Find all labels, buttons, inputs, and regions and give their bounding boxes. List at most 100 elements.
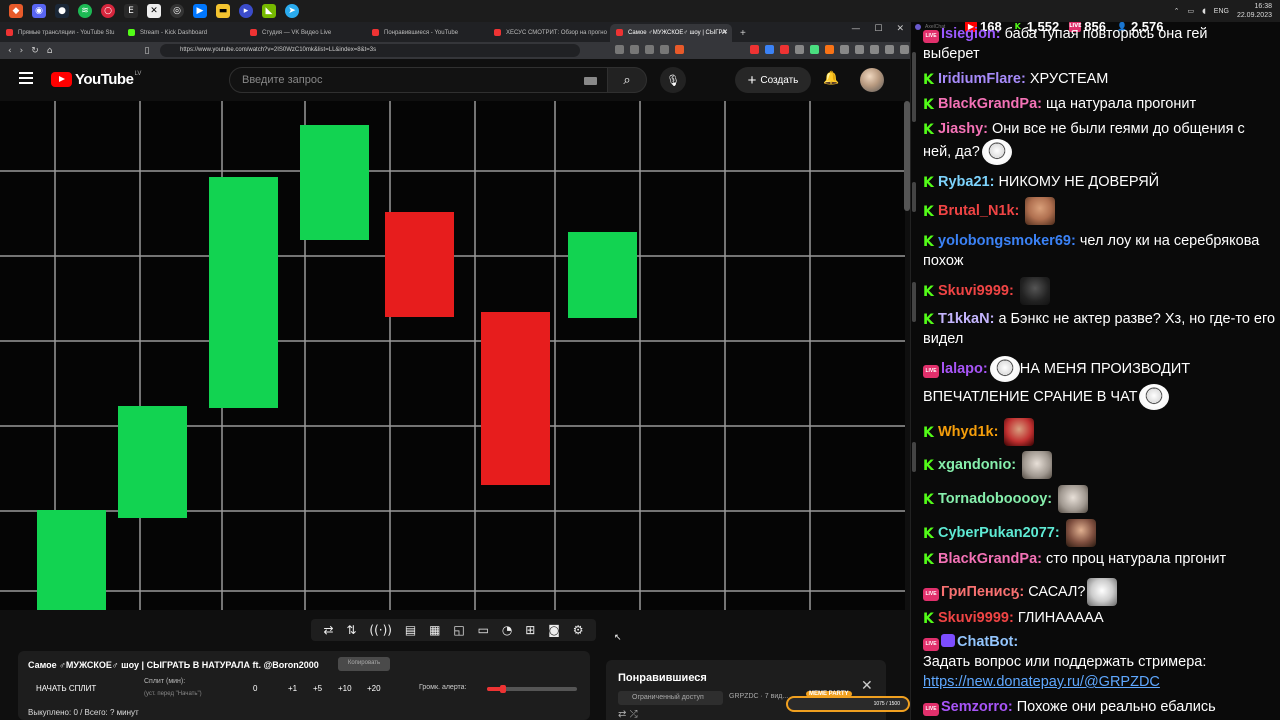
search-button[interactable]: ⌕ (607, 67, 647, 93)
spotify-icon[interactable]: ≋ (78, 4, 92, 18)
theater-icon[interactable]: ▭ (478, 623, 489, 637)
reload-icon[interactable]: ↻ (31, 46, 39, 56)
slider-handle[interactable] (500, 685, 507, 693)
settings-icon[interactable]: ⚙ (573, 623, 584, 637)
new-tab-button[interactable]: + (740, 28, 746, 39)
extension-icon[interactable] (885, 45, 894, 54)
opera-gx-icon[interactable]: ○ (101, 4, 115, 18)
volume-icon[interactable]: ◖ (1202, 7, 1206, 15)
minimize-icon[interactable]: — (851, 24, 860, 34)
brave-shield-icon[interactable] (675, 45, 684, 54)
close-icon[interactable]: ✕ (861, 678, 873, 694)
split-value[interactable]: 0 (253, 684, 257, 693)
youtube-logo[interactable]: YouTube LV (51, 71, 141, 88)
video-player[interactable] (0, 101, 905, 610)
extension-icon[interactable] (870, 45, 879, 54)
create-button[interactable]: + Создать (735, 67, 811, 93)
increment-button[interactable]: +5 (313, 684, 322, 693)
chat-nick[interactable]: Skuvi9999: (938, 283, 1014, 299)
increment-button[interactable]: +10 (338, 684, 352, 693)
loop-icon[interactable]: ⇄ (323, 623, 333, 637)
avatar[interactable] (860, 68, 884, 92)
close-window-icon[interactable]: ✕ (896, 24, 904, 34)
extension-icon[interactable] (750, 45, 759, 54)
chat-nick[interactable]: Skuvi9999: (938, 610, 1014, 626)
favorite-icon[interactable] (660, 45, 669, 54)
chat-nick[interactable]: ГриПенисӄ: (941, 584, 1024, 600)
browser-tab[interactable]: Stream - Kick Dashboard (122, 24, 244, 42)
chat-nick[interactable]: Whyd1k: (938, 424, 998, 440)
extension-icon[interactable] (780, 45, 789, 54)
search-input[interactable]: Введите запрос (229, 67, 609, 93)
tab-close-icon[interactable]: ✕ (722, 28, 728, 36)
browser-tab[interactable]: Прямые трансляции - YouTube Stu (0, 24, 122, 42)
url-input[interactable]: https://www.youtube.com/watch?v=2IS0WzC1… (160, 44, 580, 57)
chat-nick[interactable]: Semzorro: (941, 699, 1013, 715)
chat-nick[interactable]: Tornadobooooy: (938, 491, 1052, 507)
chat-nick[interactable]: T1kkaN: (938, 311, 994, 327)
playlist-title[interactable]: Понравившиеся (618, 672, 707, 684)
hamburger-menu-icon[interactable] (19, 72, 33, 84)
chat-nick[interactable]: CyberPukan2077: (938, 525, 1060, 541)
tray-language[interactable]: ENG (1214, 8, 1229, 15)
increment-button[interactable]: +20 (367, 684, 381, 693)
browser-tab[interactable]: Понравившиеся - YouTube (366, 24, 488, 42)
folder-icon[interactable]: ▬ (216, 4, 230, 18)
extension-icon[interactable] (900, 45, 909, 54)
obs-icon[interactable]: ◎ (170, 4, 184, 18)
nvidia-icon[interactable]: ◣ (262, 4, 276, 18)
network-icon[interactable]: ▭ (1187, 7, 1194, 15)
loop-icon[interactable]: ⇄ (618, 709, 626, 720)
alert-volume-slider[interactable] (487, 685, 577, 693)
increment-button[interactable]: +1 (288, 684, 297, 693)
extension-icon[interactable] (795, 45, 804, 54)
playlist-channel[interactable]: GRPZDC · 7 вид... (729, 693, 788, 700)
share-icon[interactable] (645, 45, 654, 54)
bookmark-icon[interactable]: ▯ (144, 46, 149, 56)
chat-nick[interactable]: BlackGrandPa: (938, 551, 1042, 567)
discord-icon[interactable]: ◉ (32, 4, 46, 18)
broadcast-icon[interactable]: ((·)) (369, 623, 392, 637)
youtube-music-icon[interactable]: ▸ (239, 4, 253, 18)
steam-icon[interactable]: ● (55, 4, 69, 18)
shuffle-icon[interactable]: ⤮ (630, 709, 638, 720)
sort-icon[interactable]: ⇅ (346, 623, 356, 637)
zoom-icon[interactable] (630, 45, 639, 54)
brave-icon[interactable]: ◆ (9, 4, 23, 18)
extension-icon[interactable] (765, 45, 774, 54)
extension-icon[interactable] (825, 45, 834, 54)
browser-tab[interactable]: Студия — VK Видео Live (244, 24, 366, 42)
back-icon[interactable]: ‹ (8, 46, 12, 56)
epic-icon[interactable]: E (124, 4, 138, 18)
forward-icon[interactable]: › (20, 46, 24, 56)
home-icon[interactable]: ⌂ (47, 46, 53, 56)
chat-nick[interactable]: yolobongsmoker69: (938, 233, 1076, 249)
browser-tab-active[interactable]: Самое ♂МУЖСКОЕ♂ шоу | СЫГРА ✕ (610, 24, 732, 42)
cc-icon[interactable]: ▤ (405, 623, 416, 637)
telegram-icon[interactable]: ➤ (285, 4, 299, 18)
vk-icon[interactable]: ▶ (193, 4, 207, 18)
chat-nick[interactable]: xgandonio: (938, 457, 1016, 473)
maximize-icon[interactable]: ☐ (874, 24, 882, 34)
tray-chevron-icon[interactable]: ⌃ (1174, 7, 1180, 15)
chat-nick[interactable]: IridiumFlare: (938, 71, 1026, 87)
screenshot-icon[interactable]: ◙ (548, 623, 560, 637)
copy-button[interactable]: Копировать (338, 657, 390, 671)
chat-nick[interactable]: ChatBot: (957, 634, 1018, 650)
speed-icon[interactable]: ◔ (502, 623, 512, 637)
notifications-bell-icon[interactable]: 🔔 (823, 71, 839, 86)
chat-nick[interactable]: Ryba21: (938, 174, 994, 190)
extension-icon[interactable] (840, 45, 849, 54)
chat-nick[interactable]: lalapo: (941, 361, 988, 377)
cast-icon[interactable]: ⊞ (525, 623, 535, 637)
chat-nick[interactable]: BlackGrandPa: (938, 96, 1042, 112)
chat-nick[interactable]: Jiashy: (938, 121, 988, 137)
keyboard-icon[interactable] (584, 77, 597, 85)
browser-tab[interactable]: ХЕСУС СМОТРИТ: Обзор на прогно (488, 24, 610, 42)
voice-search-button[interactable]: 🎙 (660, 67, 686, 93)
app-x-icon[interactable]: ✕ (147, 4, 161, 18)
extension-icon[interactable] (810, 45, 819, 54)
extension-icon[interactable] (855, 45, 864, 54)
start-split-button[interactable]: НАЧАТЬ СПЛИТ (36, 684, 96, 693)
miniplayer-icon[interactable]: ◱ (453, 623, 464, 637)
